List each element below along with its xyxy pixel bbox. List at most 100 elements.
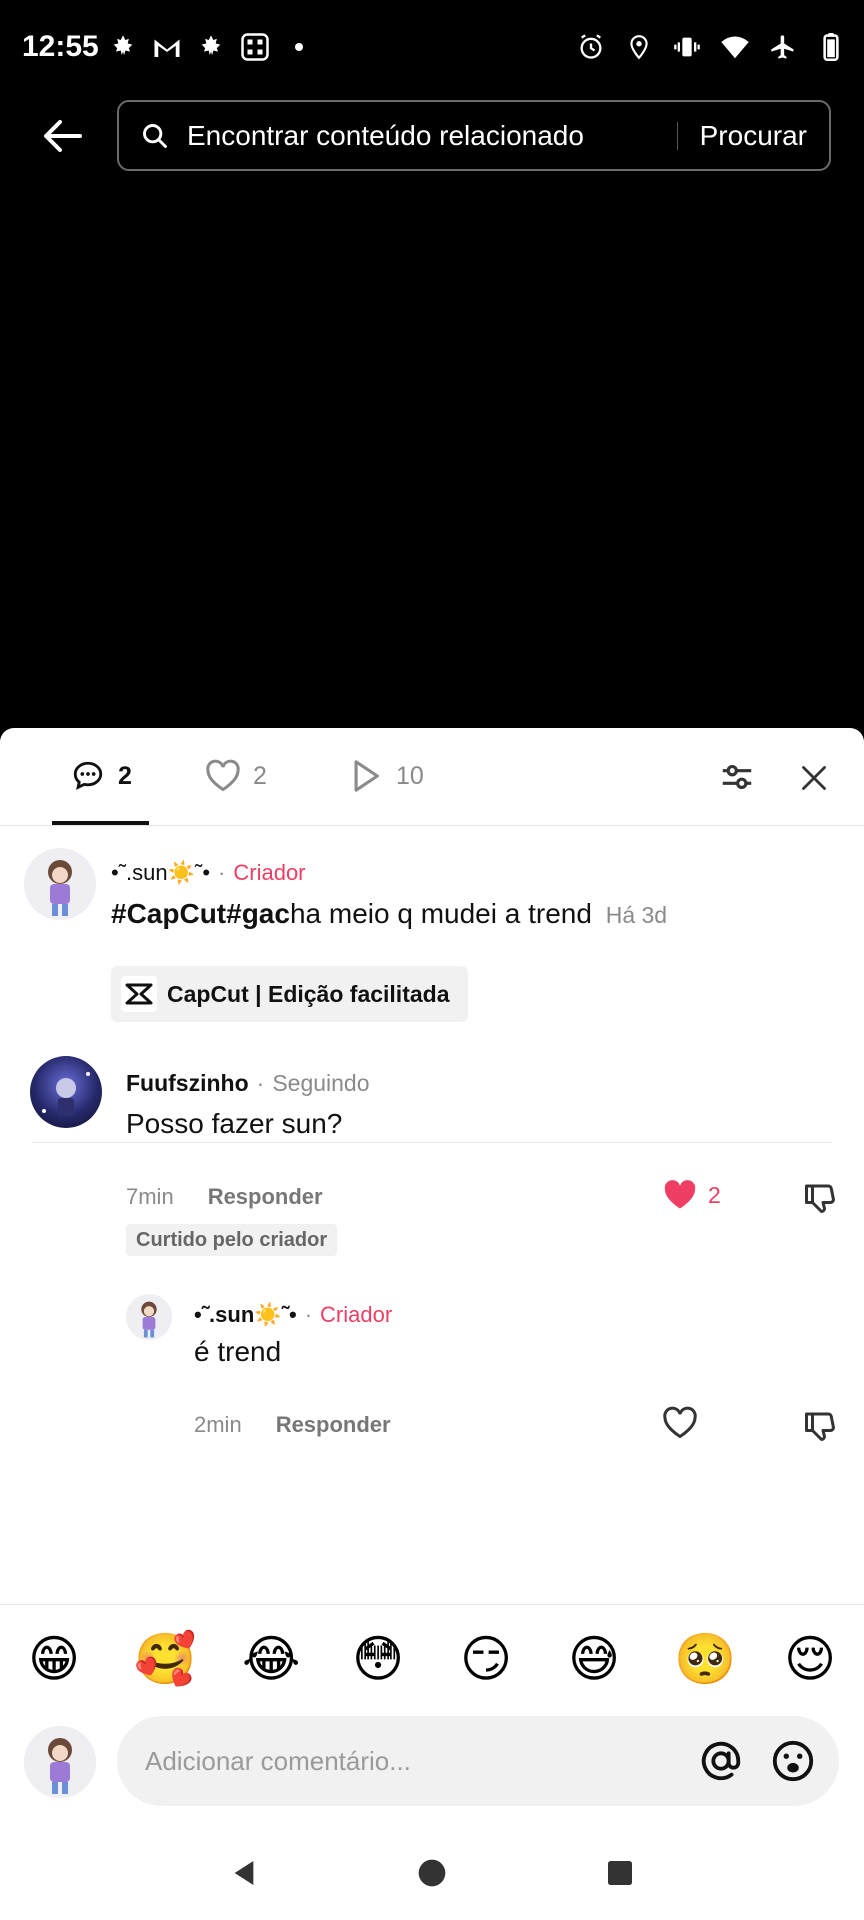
- creator-tag: Criador: [320, 1302, 393, 1327]
- caption-body: ha meio q mudei a trend: [289, 898, 592, 929]
- following-status: Seguindo: [272, 1070, 370, 1096]
- comment-input-box: [117, 1716, 839, 1806]
- tab-comments-count: 2: [118, 761, 132, 790]
- like-button[interactable]: 2: [662, 1178, 721, 1212]
- thumbs-down-icon: [805, 1184, 835, 1213]
- tab-comments[interactable]: 2: [70, 758, 132, 794]
- comment-author-name: Fuufszinho: [126, 1070, 249, 1096]
- avatar[interactable]: [126, 1294, 172, 1340]
- dislike-button[interactable]: [802, 1180, 838, 1216]
- caption-author[interactable]: •˜.sun☀️˜• · Criador: [111, 860, 306, 886]
- nav-back-button[interactable]: [224, 1853, 264, 1893]
- gmail-icon: [152, 32, 182, 62]
- video-caption: •˜.sun☀️˜• · Criador #CapCut#gacha meio …: [0, 848, 864, 1143]
- nav-recents-button[interactable]: [600, 1853, 640, 1893]
- sheet-tabbar: 2 2 10: [0, 728, 864, 826]
- emoji-button[interactable]: 😁: [26, 1634, 82, 1684]
- mention-button[interactable]: [695, 1735, 747, 1787]
- status-left-icons: [108, 32, 314, 62]
- sliders-icon: [722, 764, 752, 790]
- system-nav-bar: [0, 1826, 864, 1920]
- emoji-button[interactable]: 😂: [242, 1634, 300, 1684]
- reply-item: •˜.sun☀️˜• · Criador é trend 2min Respon…: [0, 1294, 864, 1444]
- comment-text: é trend: [194, 1336, 282, 1367]
- arrow-left-icon: [44, 120, 82, 152]
- tab-underline: [52, 821, 149, 825]
- filter-button[interactable]: [718, 758, 758, 798]
- caption-time: Há 3d: [605, 902, 668, 928]
- circle-home-icon: [418, 1859, 446, 1887]
- emoji-button[interactable]: 😌: [782, 1634, 838, 1684]
- dot-separator: ·: [304, 1302, 313, 1327]
- heart-filled-icon: [664, 1180, 696, 1209]
- comment-meta: 7min Responder: [126, 1184, 323, 1210]
- close-button[interactable]: [794, 758, 834, 798]
- liked-by-creator-badge: Curtido pelo criador: [126, 1224, 338, 1256]
- comment-time: 2min: [194, 1412, 242, 1437]
- search-icon: [141, 120, 173, 152]
- emoji-quick-bar: 😁 🥰 😂 😳 😏 😅 🥺 😌: [0, 1604, 864, 1712]
- tab-plays[interactable]: 10: [348, 758, 424, 794]
- search-button[interactable]: Procurar: [700, 120, 807, 152]
- airplane-icon: [768, 32, 798, 62]
- search-divider: [676, 121, 678, 150]
- comment-author[interactable]: •˜.sun☀️˜• · Criador: [194, 1302, 392, 1328]
- play-outline-icon: [348, 758, 384, 794]
- close-icon: [802, 766, 826, 790]
- nav-home-button[interactable]: [412, 1853, 452, 1893]
- like-count: 2: [708, 1181, 721, 1208]
- status-right-icons: [576, 32, 846, 62]
- emoji-picker-button[interactable]: [767, 1735, 819, 1787]
- comment-input[interactable]: [117, 1745, 695, 1777]
- avatar: [24, 1726, 96, 1798]
- search-input[interactable]: Encontrar conteúdo relacionado: [187, 120, 677, 152]
- status-time: 12:55: [22, 30, 99, 63]
- hashtag-gacha[interactable]: #gac: [226, 898, 290, 929]
- maple-leaf-icon: [108, 32, 138, 62]
- tab-likes-count: 2: [253, 761, 267, 790]
- emoji-button[interactable]: 🥺: [674, 1634, 736, 1684]
- smiley-icon: [772, 1740, 814, 1782]
- comment-author-name: •˜.sun☀️˜•: [194, 1302, 297, 1327]
- caption-text: #CapCut#gacha meio q mudei a trend Há 3d: [111, 898, 667, 930]
- comment-time: 7min: [126, 1184, 174, 1209]
- dot-separator: ·: [256, 1070, 265, 1096]
- wifi-icon: [720, 32, 750, 62]
- status-bar: 12:55: [0, 0, 864, 100]
- qr-icon: [240, 32, 270, 62]
- tab-likes[interactable]: 2: [205, 758, 267, 794]
- tab-plays-count: 10: [396, 761, 424, 790]
- square-recents-icon: [608, 1861, 632, 1885]
- thumbs-down-icon: [805, 1412, 835, 1441]
- avatar[interactable]: [24, 848, 96, 920]
- battery-icon: [816, 32, 846, 62]
- dislike-button[interactable]: [802, 1408, 838, 1444]
- emoji-button[interactable]: 😅: [566, 1634, 622, 1684]
- like-button[interactable]: [662, 1406, 698, 1440]
- reply-button[interactable]: Responder: [208, 1184, 323, 1210]
- triangle-back-icon: [234, 1861, 254, 1885]
- capcut-anchor[interactable]: CapCut | Edição facilitada: [111, 966, 468, 1022]
- emoji-button[interactable]: 😏: [458, 1634, 514, 1684]
- capcut-logo-icon: [121, 976, 157, 1012]
- search-box[interactable]: Encontrar conteúdo relacionado Procurar: [117, 100, 831, 171]
- emoji-button[interactable]: 😳: [350, 1634, 406, 1684]
- avatar[interactable]: [30, 1056, 102, 1128]
- back-button[interactable]: [38, 114, 86, 158]
- comment-author[interactable]: Fuufszinho · Seguindo: [126, 1070, 370, 1097]
- comment-meta: 2min Responder: [194, 1412, 391, 1438]
- anchor-label: CapCut | Edição facilitada: [167, 980, 450, 1007]
- creator-tag: Criador: [233, 860, 306, 885]
- comment-text: Posso fazer sun?: [126, 1108, 343, 1139]
- dot-separator: ·: [218, 860, 226, 885]
- at-sign-icon: [701, 1741, 741, 1781]
- hashtag-capcut[interactable]: #CapCut: [111, 898, 226, 929]
- dot-icon: [284, 32, 314, 62]
- screen: 12:55 Encontrar conteúdo relacionado Pro…: [0, 0, 864, 1920]
- emoji-button[interactable]: 🥰: [134, 1634, 196, 1684]
- comment-composer: [0, 1716, 864, 1826]
- comment-item: Fuufszinho · Seguindo Posso fazer sun? 7…: [0, 1050, 864, 1256]
- location-icon: [624, 32, 654, 62]
- heart-outline-icon: [663, 1406, 697, 1439]
- reply-button[interactable]: Responder: [276, 1412, 391, 1438]
